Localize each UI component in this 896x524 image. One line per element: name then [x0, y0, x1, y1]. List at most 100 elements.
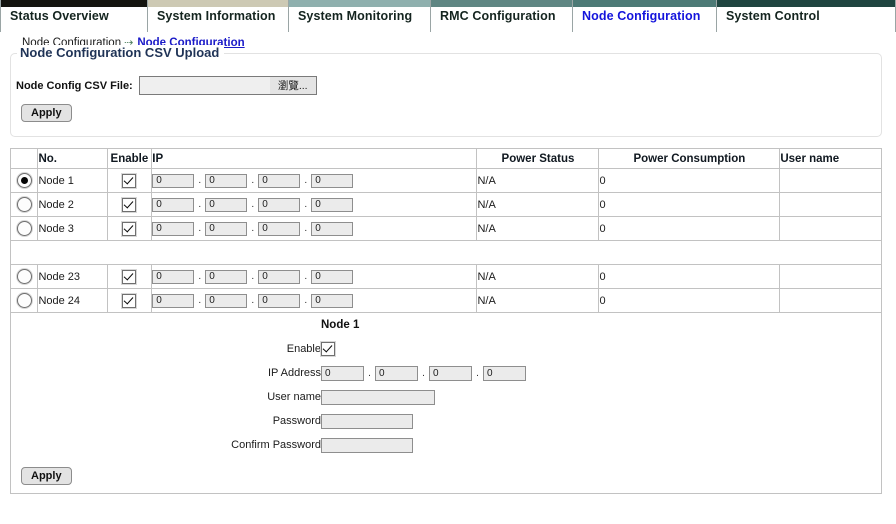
tab-system-monitoring[interactable]: System Monitoring: [289, 0, 431, 32]
row-select-radio[interactable]: [16, 269, 32, 284]
detail-ip-octet-4[interactable]: [483, 365, 526, 381]
row-select-cell: [9, 264, 39, 289]
row-ip-octet-3[interactable]: [258, 173, 301, 188]
row-node-name: Node 24: [37, 288, 108, 313]
row-ip-cell: ...: [151, 216, 478, 241]
detail-password-cell: [321, 409, 526, 433]
tab-color-strip: [717, 0, 895, 7]
detail-password-input[interactable]: [321, 413, 413, 429]
row-select-radio[interactable]: [16, 197, 32, 212]
row-select-radio[interactable]: [16, 293, 32, 308]
detail-apply-button[interactable]: Apply: [21, 467, 72, 485]
row-ip-cell: ...: [151, 192, 478, 217]
row-enable-cell: [106, 288, 153, 313]
row-node-name: Node 1: [37, 168, 108, 193]
row-ip-octet-3[interactable]: [258, 221, 301, 236]
row-select-cell: [9, 192, 39, 217]
detail-ip-octet-1[interactable]: [321, 365, 364, 381]
detail-ip-octet-2[interactable]: [375, 365, 418, 381]
row-ip-group: ...: [152, 221, 476, 236]
row-ip-cell: ...: [151, 264, 478, 289]
header-select: [9, 148, 39, 169]
node-detail-row: Node 1 Enable IP Address ..: [10, 312, 882, 494]
row-ip-octet-1[interactable]: [152, 293, 195, 308]
detail-password-row: Password: [209, 409, 526, 433]
ip-dot-separator: .: [198, 223, 202, 234]
header-enable: Enable: [106, 148, 153, 169]
row-enable-checkbox[interactable]: [122, 293, 137, 308]
row-ip-octet-3[interactable]: [258, 269, 301, 284]
row-ip-octet-1[interactable]: [152, 173, 195, 188]
row-ip-group: ...: [152, 269, 476, 284]
tab-system-information[interactable]: System Information: [148, 0, 289, 32]
detail-confirm-input[interactable]: [321, 437, 413, 453]
row-enable-cell: [106, 168, 153, 193]
tab-node-configuration[interactable]: Node Configuration: [573, 0, 717, 32]
detail-apply-row: Apply: [11, 457, 881, 493]
row-ip-octet-2[interactable]: [205, 293, 248, 308]
csv-browse-button[interactable]: 瀏覽...: [269, 77, 316, 94]
csv-upload-panel: Node Configuration CSV Upload Node Confi…: [10, 45, 882, 137]
row-select-radio[interactable]: [16, 173, 32, 188]
csv-file-picker[interactable]: 瀏覽...: [138, 76, 317, 95]
row-enable-checkbox[interactable]: [122, 173, 137, 188]
row-ip-octet-4[interactable]: [311, 221, 354, 236]
table-row: Node 1...N/A0: [9, 168, 882, 193]
detail-ip-label: IP Address: [268, 367, 321, 379]
main-tab-bar: Status Overview System Information System …: [0, 0, 896, 32]
detail-ip-octet-3[interactable]: [429, 365, 472, 381]
tab-color-strip: [431, 0, 572, 7]
detail-confirm-cell: [321, 433, 526, 457]
row-user-name: [779, 168, 882, 193]
node-table-header-row: No. Enable IP Power Status Power Consump…: [9, 148, 882, 169]
row-ip-octet-2[interactable]: [205, 269, 248, 284]
row-ip-octet-4[interactable]: [311, 269, 354, 284]
csv-file-input[interactable]: [139, 77, 270, 94]
header-ip: IP: [151, 148, 478, 169]
row-ip-cell: ...: [151, 288, 478, 313]
ip-dot-separator: .: [304, 223, 308, 234]
ip-dot-separator: .: [251, 223, 255, 234]
detail-password-label: Password: [272, 415, 321, 427]
row-select-radio[interactable]: [16, 221, 32, 236]
row-enable-cell: [106, 216, 153, 241]
row-ip-octet-2[interactable]: [205, 197, 248, 212]
detail-enable-checkbox[interactable]: [321, 342, 335, 356]
table-row: Node 24...N/A0: [9, 288, 882, 313]
row-user-name: [779, 288, 882, 313]
row-ip-octet-3[interactable]: [258, 197, 301, 212]
detail-ip-cell: ...: [321, 361, 526, 385]
row-enable-checkbox[interactable]: [122, 221, 137, 236]
row-ip-octet-1[interactable]: [152, 197, 195, 212]
row-node-name: Node 23: [37, 264, 108, 289]
detail-user-input[interactable]: [321, 389, 435, 405]
header-power-status: Power Status: [476, 148, 600, 169]
row-enable-checkbox[interactable]: [122, 269, 137, 284]
row-ip-octet-4[interactable]: [311, 197, 354, 212]
row-ip-octet-3[interactable]: [258, 293, 301, 308]
row-ip-cell: ...: [151, 168, 478, 193]
row-user-name: [779, 264, 882, 289]
detail-enable-row: Enable: [209, 337, 526, 361]
row-enable-checkbox[interactable]: [122, 197, 137, 212]
table-row: Node 3...N/A0: [9, 216, 882, 241]
detail-user-row: User name: [209, 385, 526, 409]
tab-status-overview[interactable]: Status Overview: [0, 0, 148, 32]
tab-rmc-configuration[interactable]: RMC Configuration: [431, 0, 573, 32]
row-ip-octet-2[interactable]: [205, 173, 248, 188]
row-ip-octet-4[interactable]: [311, 293, 354, 308]
csv-apply-row: Apply: [11, 95, 881, 122]
detail-ip-group: ...: [321, 365, 526, 381]
row-power-status: N/A: [476, 264, 600, 289]
row-ip-octet-1[interactable]: [152, 269, 195, 284]
detail-user-cell: [321, 385, 526, 409]
tab-color-strip: [1, 0, 147, 7]
detail-user-label: User name: [267, 391, 321, 403]
row-ip-octet-4[interactable]: [311, 173, 354, 188]
csv-apply-button[interactable]: Apply: [21, 104, 72, 122]
row-ip-octet-2[interactable]: [205, 221, 248, 236]
row-power-consumption: 0: [598, 288, 781, 313]
tab-system-control[interactable]: System Control: [717, 0, 896, 32]
tab-label: Node Configuration: [582, 9, 701, 23]
row-ip-octet-1[interactable]: [152, 221, 195, 236]
